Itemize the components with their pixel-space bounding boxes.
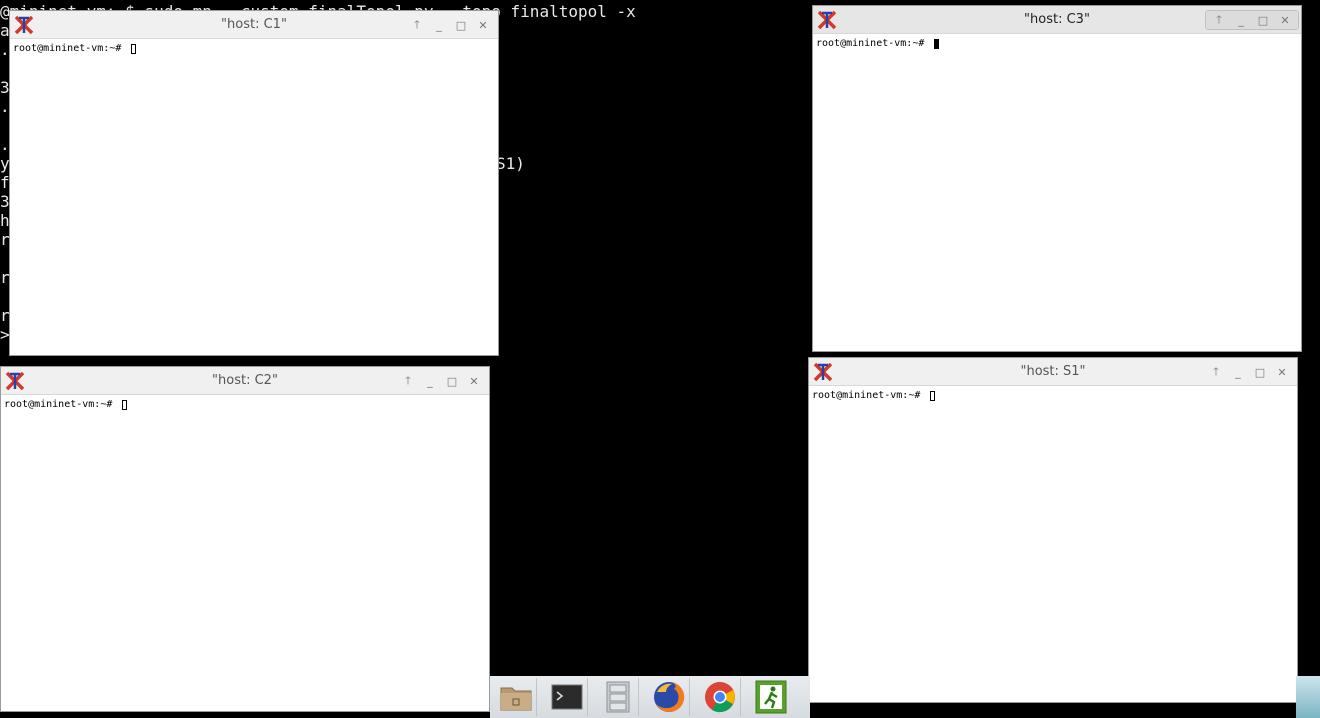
prompt-text: root@mininet-vm:~# — [13, 43, 128, 54]
chrome-icon — [705, 682, 735, 713]
terminal-area[interactable]: root@mininet-vm:~# — [1, 395, 489, 711]
shade-up-icon[interactable]: 🡑 — [1210, 11, 1228, 29]
window-titlebar[interactable]: "host: C3" 🡑 _ □ ✕ — [813, 6, 1301, 34]
maximize-icon[interactable]: □ — [1254, 11, 1272, 29]
text-cursor — [934, 38, 940, 49]
minimize-icon[interactable]: _ — [1229, 363, 1247, 381]
close-icon[interactable]: ✕ — [1273, 363, 1291, 381]
firefox-icon — [654, 681, 685, 712]
close-icon[interactable]: ✕ — [465, 372, 483, 390]
window-titlebar[interactable]: "host: C1" 🡑 _ □ ✕ — [10, 11, 498, 39]
taskbar — [490, 676, 810, 718]
close-icon[interactable]: ✕ — [1276, 11, 1294, 29]
xterm-window-c3[interactable]: "host: C3" 🡑 _ □ ✕ root@mininet-vm:~# — [812, 5, 1302, 352]
terminal-area[interactable]: root@mininet-vm:~# — [813, 34, 1301, 351]
minimize-icon[interactable]: _ — [430, 16, 448, 34]
window-titlebar[interactable]: "host: S1" 🡑 _ □ ✕ — [809, 358, 1297, 386]
shell-prompt: root@mininet-vm:~# — [816, 38, 940, 49]
minimize-icon[interactable]: _ — [1232, 11, 1250, 29]
text-cursor — [131, 43, 137, 54]
xterm-window-s1[interactable]: "host: S1" 🡑 _ □ ✕ root@mininet-vm:~# — [808, 357, 1298, 703]
text-cursor — [122, 399, 128, 410]
file-cabinet-icon — [606, 681, 630, 713]
firefox-launcher[interactable] — [649, 678, 690, 716]
terminal-area[interactable]: root@mininet-vm:~# — [10, 39, 498, 355]
shell-prompt: root@mininet-vm:~# — [4, 399, 128, 410]
window-titlebar[interactable]: "host: C2" 🡑 _ □ ✕ — [1, 367, 489, 395]
close-icon[interactable]: ✕ — [474, 16, 492, 34]
exit-icon — [755, 680, 787, 714]
shade-up-icon[interactable]: 🡑 — [399, 372, 417, 390]
maximize-icon[interactable]: □ — [452, 16, 470, 34]
shade-up-icon[interactable]: 🡑 — [1207, 363, 1225, 381]
file-cabinet-launcher[interactable] — [598, 678, 639, 716]
file-manager-launcher[interactable] — [496, 678, 537, 716]
background-fragment: S1) — [496, 154, 525, 173]
shell-prompt: root@mininet-vm:~# — [812, 390, 936, 401]
prompt-text: root@mininet-vm:~# — [812, 390, 927, 401]
logout-launcher[interactable] — [751, 678, 791, 716]
prompt-text: root@mininet-vm:~# — [816, 38, 931, 49]
desktop-wallpaper-edge — [1296, 676, 1320, 718]
maximize-icon[interactable]: □ — [1251, 363, 1269, 381]
shell-prompt: root@mininet-vm:~# — [13, 43, 137, 54]
terminal-area[interactable]: root@mininet-vm:~# — [809, 386, 1297, 702]
chrome-launcher[interactable] — [700, 678, 741, 716]
shade-up-icon[interactable]: 🡑 — [408, 16, 426, 34]
terminal-launcher[interactable] — [547, 678, 588, 716]
folder-icon — [500, 687, 532, 711]
text-cursor — [930, 390, 936, 401]
maximize-icon[interactable]: □ — [443, 372, 461, 390]
xterm-window-c2[interactable]: "host: C2" 🡑 _ □ ✕ root@mininet-vm:~# — [0, 366, 490, 712]
xterm-window-c1[interactable]: "host: C1" 🡑 _ □ ✕ root@mininet-vm:~# — [9, 10, 499, 356]
minimize-icon[interactable]: _ — [421, 372, 439, 390]
prompt-text: root@mininet-vm:~# — [4, 399, 119, 410]
terminal-icon — [551, 684, 583, 710]
